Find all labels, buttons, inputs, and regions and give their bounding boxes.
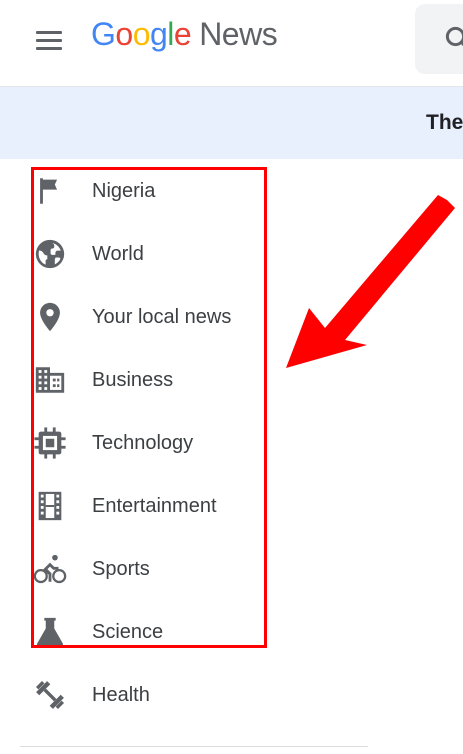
sidebar-item-entertainment[interactable]: Entertainment [0,478,370,534]
logo-product-name: News [199,16,278,52]
logo-letter-g1: G [91,16,116,52]
sidebar-item-label: Entertainment [92,495,217,517]
hamburger-menu-icon[interactable] [28,22,72,58]
logo-letter-o1: o [115,16,133,52]
chip-icon [34,427,66,459]
sidebar-item-label: World [92,243,144,265]
top-app-bar: G o o g l e News [0,0,463,87]
sidebar-item-label: Sports [92,558,150,580]
sidebar-item-local-news[interactable]: Your local news [0,289,370,345]
bike-icon [33,554,67,584]
search-icon[interactable] [443,24,463,54]
logo-letter-l: l [167,16,174,52]
location-pin-icon [40,302,60,332]
dumbbell-icon [35,680,65,710]
globe-icon [35,239,65,269]
sidebar-item-world[interactable]: World [0,226,370,282]
google-news-page: G o o g l e News The Nigeria World Your … [0,0,463,754]
sidebar-item-label: Technology [92,432,194,454]
sidebar-item-label: Health [92,684,150,706]
sidebar-item-health[interactable]: Health [0,667,370,723]
logo-letter-e: e [173,16,192,52]
sidebar-item-science[interactable]: Science [0,604,370,660]
flag-icon [40,178,58,204]
building-icon [35,367,65,393]
sidebar-item-label: Business [92,369,174,391]
sidebar-item-technology[interactable]: Technology [0,415,370,471]
notification-banner: The [0,87,463,159]
sidebar-item-label: Nigeria [92,180,156,202]
film-icon [38,491,62,521]
sidebar-item-business[interactable]: Business [0,352,370,408]
sidebar-item-sports[interactable]: Sports [0,541,370,597]
sidebar-item-label: Science [92,621,164,643]
banner-text: The [426,111,463,134]
search-box[interactable] [415,4,463,74]
logo-letter-g2: g [149,16,168,52]
sidebar-item-label: Your local news [92,306,232,328]
flask-icon [36,617,64,647]
logo-letter-o2: o [132,16,151,52]
sidebar-divider [20,746,368,747]
sidebar-item-nigeria[interactable]: Nigeria [0,163,370,219]
google-news-logo[interactable]: G o o g l e News [91,16,278,64]
